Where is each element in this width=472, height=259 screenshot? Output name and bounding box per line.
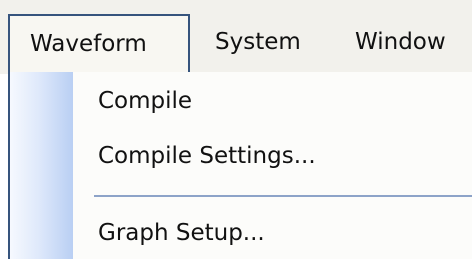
menu-window[interactable]: Window [355,14,446,74]
menu-icon-gutter [10,72,73,259]
waveform-dropdown-menu: Compile Compile Settings... Graph Setup.… [8,72,472,259]
menu-system[interactable]: System [215,14,301,74]
menu-item-graph-setup[interactable]: Graph Setup... [98,220,265,246]
menu-item-compile-settings[interactable]: Compile Settings... [98,143,316,169]
menu-waveform[interactable]: Waveform [8,14,190,74]
menu-item-compile[interactable]: Compile [98,88,192,114]
menu-bar: Waveform System Window [0,0,472,74]
menu-separator [94,195,472,197]
